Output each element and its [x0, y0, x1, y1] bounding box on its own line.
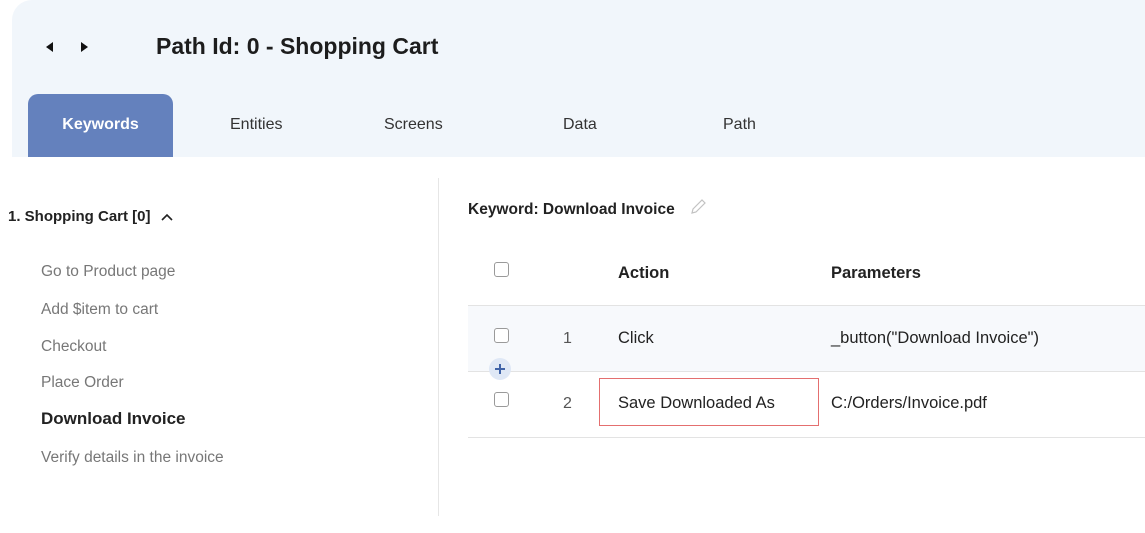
sidebar-item-place-order[interactable]: Place Order: [41, 374, 124, 392]
caret-left-icon[interactable]: [44, 41, 56, 53]
sidebar-item-add-item-to-cart[interactable]: Add $item to cart: [41, 301, 158, 319]
keyword-title: Keyword: Download Invoice: [468, 198, 707, 221]
page-title: Path Id: 0 - Shopping Cart: [156, 33, 439, 59]
tab-bar: Keywords Entities Screens Data Path: [28, 94, 828, 157]
table-header-row: Action Parameters: [468, 240, 1145, 306]
table-row[interactable]: 1 Click _button("Download Invoice"): [468, 306, 1145, 372]
caret-right-icon[interactable]: [78, 41, 90, 53]
row-number: 2: [563, 395, 572, 412]
row-checkbox[interactable]: [494, 328, 509, 343]
sidebar-item-go-to-product-page[interactable]: Go to Product page: [41, 263, 175, 281]
row-number: 1: [563, 330, 572, 347]
panel-divider: [438, 178, 439, 516]
keyword-group-header[interactable]: 1. Shopping Cart [0]: [8, 208, 173, 225]
row-checkbox[interactable]: [494, 392, 509, 407]
path-navigation: [44, 41, 90, 53]
tab-entities[interactable]: Entities: [230, 94, 282, 157]
row-action[interactable]: Save Downloaded As: [618, 394, 775, 413]
table-row[interactable]: 2 Save Downloaded As C:/Orders/Invoice.p…: [468, 372, 1145, 438]
tab-keywords[interactable]: Keywords: [28, 94, 173, 157]
column-header-parameters: Parameters: [831, 264, 921, 282]
sidebar-item-verify-details[interactable]: Verify details in the invoice: [41, 449, 224, 467]
pencil-icon[interactable]: [689, 198, 707, 221]
column-header-action: Action: [618, 264, 670, 282]
tab-screens[interactable]: Screens: [384, 94, 443, 157]
sidebar-item-checkout[interactable]: Checkout: [41, 338, 106, 356]
tab-path[interactable]: Path: [723, 94, 756, 157]
plus-icon[interactable]: [489, 358, 511, 380]
chevron-up-icon[interactable]: [160, 208, 173, 225]
row-parameters[interactable]: C:/Orders/Invoice.pdf: [831, 394, 987, 413]
sidebar-item-download-invoice[interactable]: Download Invoice: [41, 409, 186, 429]
keyword-title-text: Keyword: Download Invoice: [468, 200, 675, 218]
row-parameters[interactable]: _button("Download Invoice"): [831, 329, 1039, 348]
tab-data[interactable]: Data: [563, 94, 597, 157]
keyword-group-label: 1. Shopping Cart [0]: [8, 208, 151, 225]
select-all-checkbox[interactable]: [494, 262, 509, 277]
row-action[interactable]: Click: [618, 329, 654, 348]
